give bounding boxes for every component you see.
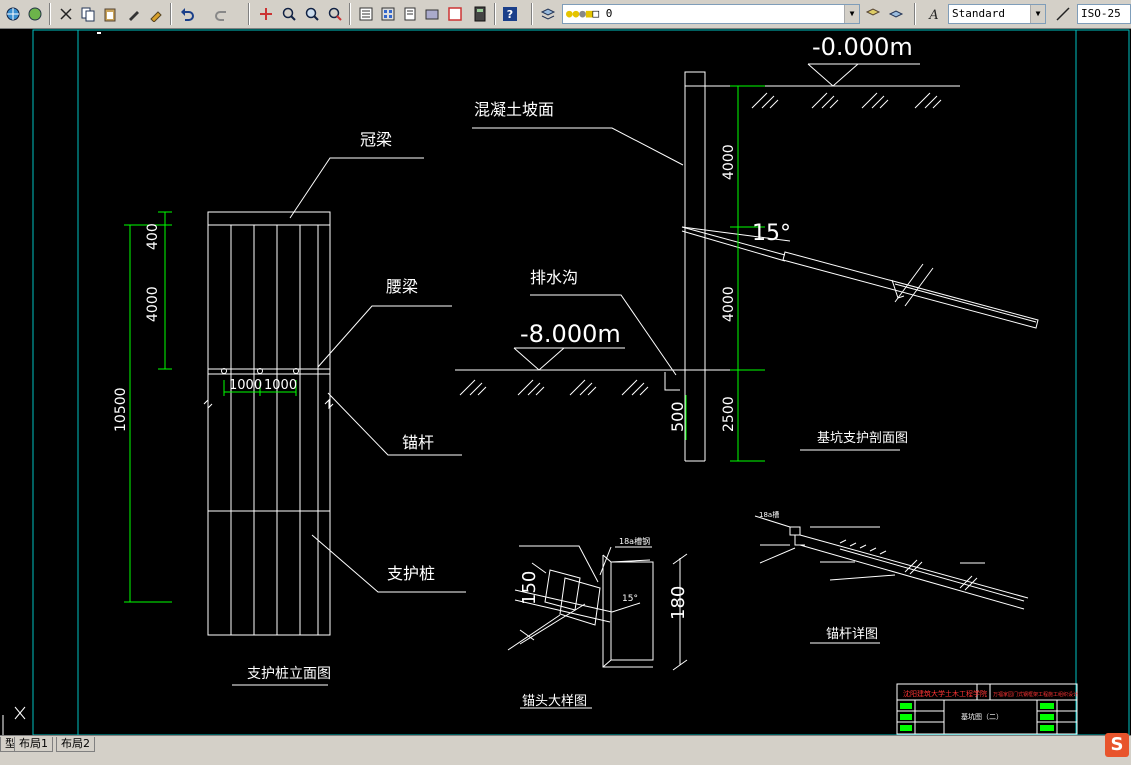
drawing-canvas[interactable]: -0.000m 混凝土坡面 冠梁 腰梁 锚杆 支护桩 排水沟 -8.000m 1… [0, 29, 1131, 735]
layer-state-icon[interactable] [886, 4, 906, 24]
channel-label: 18a槽 [759, 510, 779, 519]
paste-icon[interactable] [100, 4, 120, 24]
freeze-icon: ● [579, 7, 586, 20]
text-style-value: Standard [952, 7, 1005, 20]
dim-10500: 10500 [113, 387, 129, 432]
layer-name: 0 [605, 7, 613, 20]
zoom-previous-icon[interactable] [325, 4, 345, 24]
dim-180: 180 [668, 586, 689, 620]
design-center-icon[interactable] [378, 4, 398, 24]
title-block-project: 万福家园门式钢框架工程施工组织设计 [993, 691, 1078, 698]
text-style-icon[interactable]: A [924, 4, 944, 24]
dim-500: 500 [668, 401, 687, 432]
dim-style-value: ISO-25 [1081, 7, 1121, 20]
section-title: 基坑支护剖面图 [817, 431, 908, 446]
ime-icon[interactable]: S [1105, 733, 1129, 757]
anchor-head-detail [507, 545, 688, 671]
zoom-window-icon[interactable] [302, 4, 322, 24]
pen-icon[interactable] [124, 4, 144, 24]
copy-icon[interactable] [78, 4, 98, 24]
sheet-set-icon[interactable] [422, 4, 442, 24]
concrete-slope-label: 混凝土坡面 [474, 100, 554, 119]
anchor-detail-title: 锚杆详图 [826, 627, 878, 642]
toolbar: ? ●●●■□ 0 ▼ A Standard ▼ ISO-25 [0, 0, 1131, 29]
markup-icon[interactable] [445, 4, 465, 24]
dim-150: 150 [519, 571, 540, 605]
dim-4000: 4000 [145, 286, 161, 322]
dim-400: 400 [145, 223, 161, 250]
pile-elevation-title: 支护桩立面图 [247, 665, 331, 682]
small-angle-label: 15° [622, 594, 638, 604]
status-strip [0, 752, 1131, 765]
undo-icon[interactable] [177, 4, 197, 24]
paper-frame [32, 29, 1130, 735]
layout-tabbar: 型 布局1 布局2 [0, 735, 1131, 752]
calculator-icon[interactable] [470, 4, 490, 24]
dim-2500: 2500 [721, 396, 737, 432]
pit-elevation-label: -8.000m [520, 320, 621, 348]
tool-palette-icon[interactable] [400, 4, 420, 24]
angle-label: 15° [752, 221, 791, 246]
anchor-head-title: 锚头大样图 [522, 694, 587, 709]
svg-text:A: A [928, 8, 938, 22]
section-view [455, 63, 1039, 462]
layer-dropdown[interactable]: ●●●■□ 0 ▼ [562, 4, 860, 24]
dim-1000-a: 1000 [229, 378, 262, 393]
dim-style-dropdown[interactable]: ISO-25 [1077, 4, 1131, 24]
anchor-label: 锚杆 [402, 433, 434, 452]
svg-text:?: ? [507, 8, 513, 21]
dim-4000-lower: 4000 [721, 286, 737, 322]
match-prop-icon[interactable] [146, 4, 166, 24]
dim-4000-upper: 4000 [721, 144, 737, 180]
pan-icon[interactable] [256, 4, 276, 24]
color-swatch-icon: □ [592, 7, 600, 20]
text-style-dropdown[interactable]: Standard ▼ [948, 4, 1046, 24]
ucs-icon [2, 706, 26, 735]
lock-icon: ■ [585, 7, 593, 20]
layer-prev-icon[interactable] [863, 4, 883, 24]
dim-1000-b: 1000 [264, 378, 297, 393]
layer-manager-icon[interactable] [538, 4, 558, 24]
crown-beam-label: 冠梁 [360, 130, 392, 149]
globe-icon[interactable] [3, 4, 23, 24]
redo-icon[interactable] [212, 4, 232, 24]
title-block-school: 沈阳建筑大学土木工程学院 [903, 689, 987, 698]
tab-layout2[interactable]: 布局2 [56, 737, 95, 752]
waist-beam-label: 腰梁 [386, 277, 418, 296]
help-icon[interactable]: ? [500, 4, 520, 24]
drain-ditch-label: 排水沟 [530, 268, 578, 287]
tab-layout1[interactable]: 布局1 [14, 737, 53, 752]
title-block-drawing: 基坑图（二） [961, 712, 1003, 721]
bulb-icon: ● [566, 7, 573, 20]
anchor-detail [754, 515, 1029, 644]
zoom-realtime-icon[interactable] [279, 4, 299, 24]
chevron-down-icon[interactable]: ▼ [1030, 5, 1045, 23]
dim-style-icon[interactable] [1053, 4, 1073, 24]
paper-inner-frame [77, 29, 1077, 735]
ground-elevation-label: -0.000m [812, 33, 913, 61]
support-pile-label: 支护桩 [387, 564, 435, 583]
cut-icon[interactable] [56, 4, 76, 24]
channel-steel-label: 18a槽钢 [619, 536, 650, 546]
world-icon[interactable] [25, 4, 45, 24]
properties-icon[interactable] [356, 4, 376, 24]
chevron-down-icon[interactable]: ▼ [844, 5, 859, 23]
